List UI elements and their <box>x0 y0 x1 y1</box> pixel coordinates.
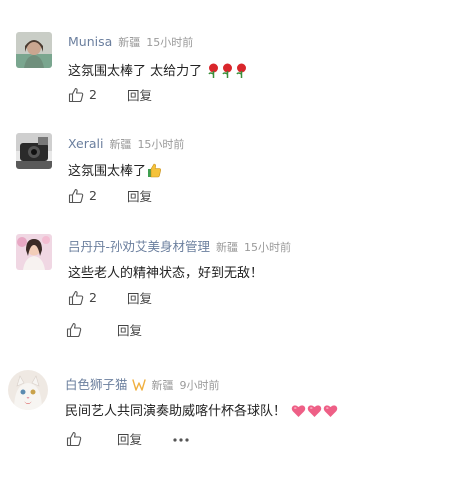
comment-text-row: 这氛围太棒了 <box>68 160 162 182</box>
heart-emoji <box>291 404 306 422</box>
timestamp: 15小时前 <box>146 36 194 49</box>
thumbs-up-icon <box>68 87 84 102</box>
reply-button[interactable]: 回复 <box>127 85 152 104</box>
avatar[interactable] <box>16 32 52 68</box>
location: 新疆 <box>118 36 141 49</box>
reply-button[interactable]: 回复 <box>127 288 152 307</box>
location: 新疆 <box>109 138 132 151</box>
comment-text: 这些老人的精神状态，好到无敌！ <box>68 266 264 281</box>
thumbs-up-icon <box>68 188 84 203</box>
like-count: 2 <box>89 290 97 305</box>
like-button[interactable]: 2 <box>68 188 97 204</box>
rose-emoji <box>221 63 234 82</box>
comment-text: 民间艺人共同演奏助威喀什杯各球队！ <box>65 404 287 419</box>
location: 新疆 <box>151 379 174 392</box>
heart-emoji <box>323 404 338 422</box>
like-count: 2 <box>89 87 97 102</box>
comment-text-row: 这氛围太棒了 太给力了 <box>68 60 248 82</box>
comment-text: 这氛围太棒了 <box>68 164 147 179</box>
heart-emoji <box>307 404 322 422</box>
username[interactable]: Xerali <box>68 136 103 151</box>
reply-button[interactable]: 回复 <box>117 320 142 339</box>
avatar[interactable] <box>16 234 52 270</box>
timestamp: 15小时前 <box>137 138 185 151</box>
avatar[interactable] <box>16 133 52 169</box>
timestamp: 15小时前 <box>244 241 292 254</box>
like-button[interactable]: 2 <box>68 290 97 306</box>
comment-text: 这氛围太棒了 太给力了 <box>68 64 203 79</box>
like-button[interactable] <box>66 431 87 447</box>
username[interactable]: Munisa <box>68 34 112 49</box>
reply-button[interactable]: 回复 <box>117 429 142 448</box>
username[interactable]: 白色狮子猫 <box>65 377 128 392</box>
thumbs-up-icon <box>66 322 82 337</box>
like-button[interactable] <box>66 322 87 338</box>
timestamp: 9小时前 <box>179 379 220 392</box>
comment-text-row: 民间艺人共同演奏助威喀什杯各球队！ <box>65 400 338 422</box>
thumbs-up-icon <box>66 431 82 446</box>
avatar[interactable] <box>8 370 48 410</box>
vip-badge-icon <box>131 379 146 394</box>
thumbs-up-emoji <box>147 163 162 182</box>
more-icon[interactable] <box>172 431 190 446</box>
rose-emoji <box>235 63 248 82</box>
like-count: 2 <box>89 188 97 203</box>
username[interactable]: 吕丹丹-孙劝艾美身材管理 <box>68 239 210 254</box>
reply-button[interactable]: 回复 <box>127 186 152 205</box>
location: 新疆 <box>216 241 239 254</box>
like-button[interactable]: 2 <box>68 87 97 103</box>
rose-emoji <box>207 63 220 82</box>
thumbs-up-icon <box>68 290 84 305</box>
action-row: 回复 <box>66 320 172 339</box>
